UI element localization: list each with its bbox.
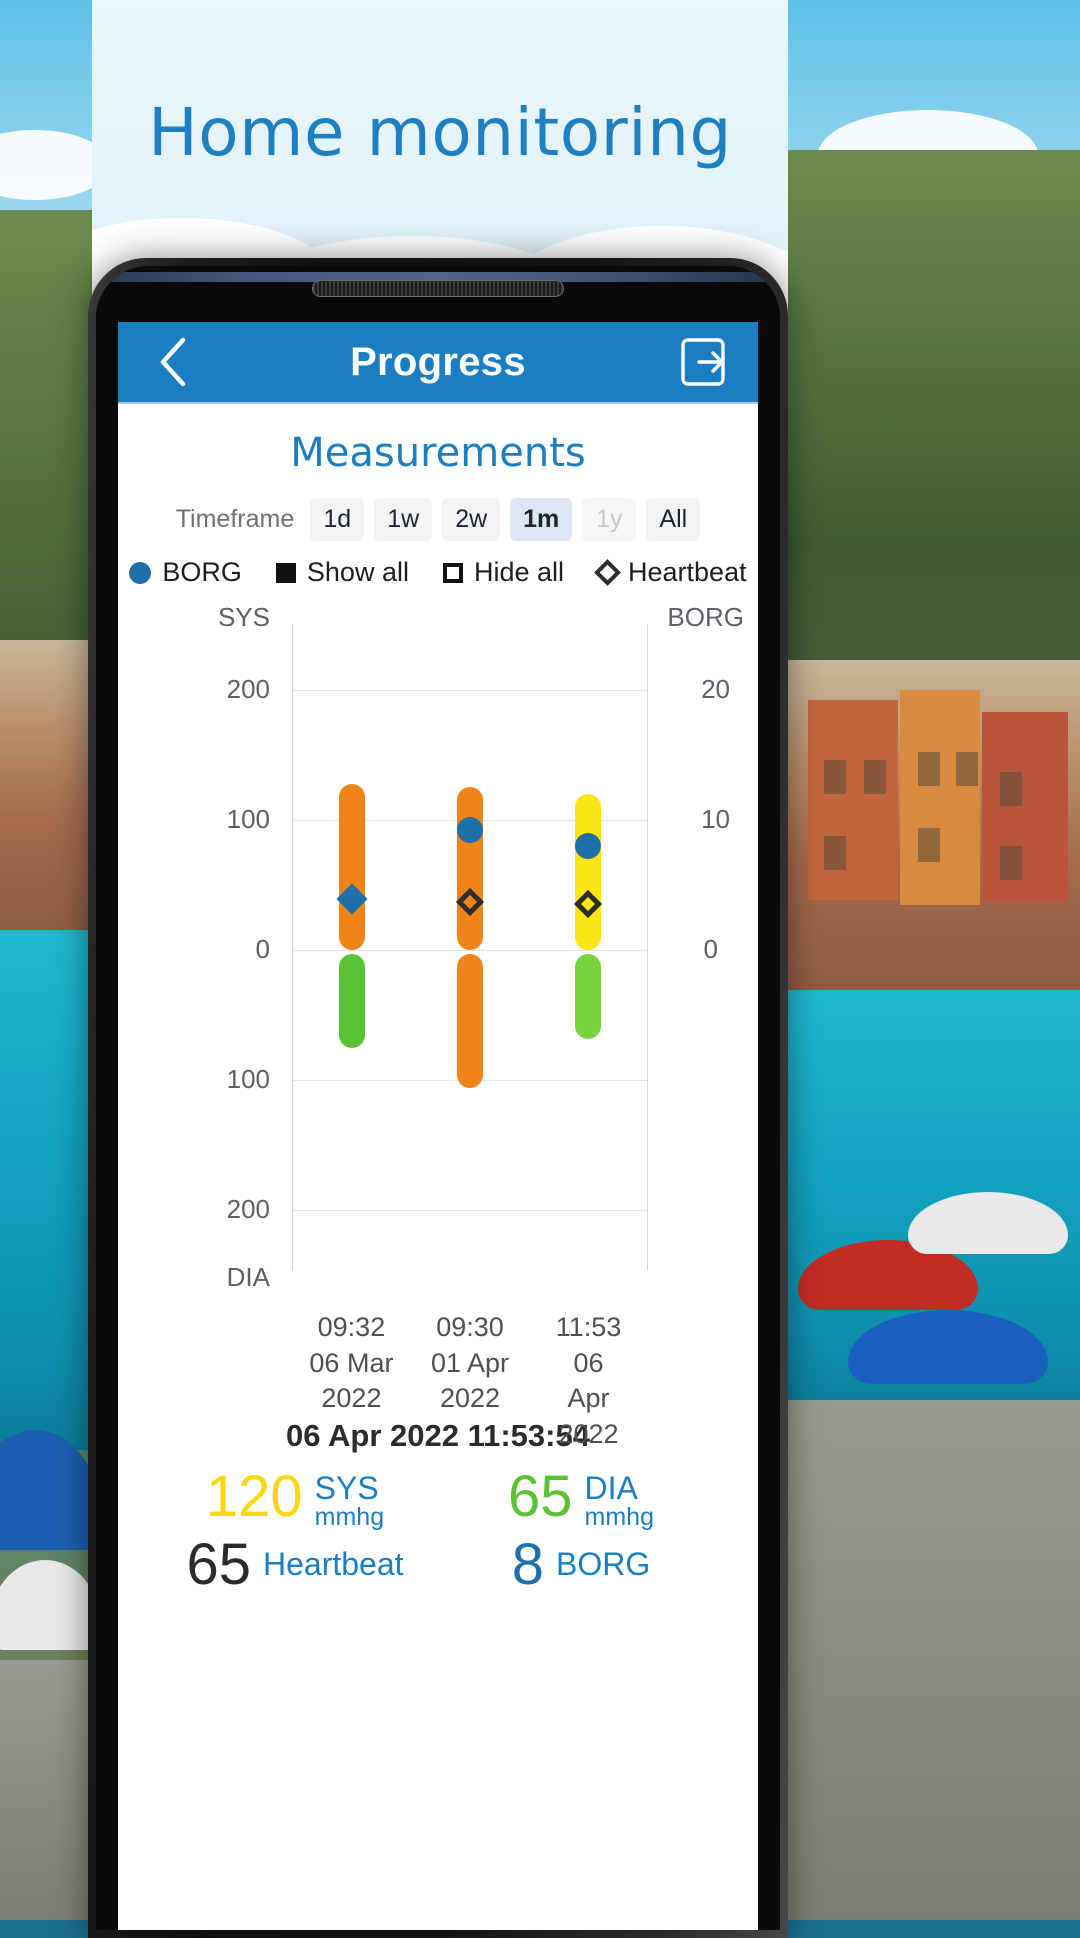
timeframe-option-1y[interactable]: 1y — [582, 498, 637, 541]
x-tick-label: 09:30 01 Apr 2022 — [431, 1310, 509, 1417]
reading-dia-unit: mmhg — [584, 1502, 654, 1531]
reading-values-grid: 120 SYS mmhg 65 DIA mmhg 65 Heartbeat 8 … — [118, 1454, 758, 1594]
x-tick-time: 09:30 — [436, 1312, 504, 1342]
x-tick-date: 01 Apr — [430, 1347, 510, 1378]
legend-item-heartbeat[interactable]: Heartbeat — [594, 557, 747, 588]
reading-dia-label: DIA — [584, 1470, 638, 1506]
axis-tick-left-200-top: 200 — [226, 674, 270, 704]
x-tick-date: 06 Apr — [567, 1347, 610, 1414]
filled-circle-icon — [129, 561, 152, 584]
timeframe-option-all[interactable]: All — [646, 498, 701, 541]
x-tick-year: 2022 — [558, 1418, 619, 1449]
x-tick-label: 11:53 06 Apr 2022 — [556, 1310, 622, 1453]
logout-icon[interactable] — [674, 333, 732, 391]
x-tick-date: 06 Mar — [309, 1347, 394, 1378]
timeframe-option-1d[interactable]: 1d — [310, 498, 365, 541]
legend-item-borg[interactable]: BORG — [129, 557, 242, 588]
axis-tick-left-200-bottom: 200 — [226, 1194, 270, 1224]
x-tick-time: 11:53 — [555, 1312, 622, 1342]
axis-tick-left-100-bottom: 100 — [226, 1064, 270, 1094]
section-title: Measurements — [290, 430, 586, 476]
legend-label-heartbeat: Heartbeat — [628, 557, 747, 587]
reading-borg-value: 8 — [511, 1532, 545, 1598]
reading-sys-value: 120 — [205, 1464, 303, 1529]
reading-timestamp: 06 Apr 2022 11:53:54 — [286, 1418, 590, 1453]
app-header: Progress — [118, 322, 758, 404]
borg-marker — [457, 817, 483, 843]
axis-label-borg: BORG — [667, 602, 744, 632]
reading-sys-unit: mmhg — [314, 1502, 385, 1531]
reading-heartbeat-value: 65 — [186, 1532, 251, 1598]
legend-item-show-all[interactable]: Show all — [275, 557, 409, 588]
gridline-200-bottom — [293, 1210, 647, 1211]
gridline-0 — [293, 950, 647, 951]
measurements-chart[interactable]: SYS 200 100 0 100 200 DIA BORG 20 10 0 0… — [118, 602, 758, 1449]
dia-bar — [574, 954, 601, 1039]
axis-label-dia: DIA — [226, 1262, 270, 1292]
legend-label-borg: BORG — [162, 557, 242, 587]
legend-item-hide-all[interactable]: Hide all — [442, 557, 565, 588]
app-header-title: Progress — [350, 339, 526, 384]
phone-earpiece-speaker — [312, 280, 564, 297]
chart-plot-area — [292, 624, 648, 1270]
legend-label-hide-all: Hide all — [473, 557, 565, 587]
legend-label-show-all: Show all — [306, 557, 409, 587]
axis-tick-right-20: 20 — [701, 674, 730, 704]
x-tick-label: 09:32 06 Mar 2022 — [309, 1310, 393, 1417]
axis-label-sys: SYS — [217, 602, 270, 632]
axis-tick-right-0: 0 — [703, 934, 718, 964]
reading-borg: 8 BORG — [438, 1536, 724, 1594]
reading-dia: 65 DIA mmhg — [438, 1468, 724, 1530]
borg-marker — [574, 833, 601, 859]
reading-heartbeat: 65 Heartbeat — [152, 1536, 438, 1594]
outline-diamond-icon — [594, 559, 621, 586]
background-photo-left-strip — [0, 0, 92, 1920]
background-photo-right-strip — [788, 0, 1080, 1920]
sys-bar — [457, 787, 483, 950]
timeframe-option-1m[interactable]: 1m — [510, 498, 573, 541]
timeframe-option-1w[interactable]: 1w — [374, 498, 433, 541]
reading-borg-label: BORG — [556, 1546, 651, 1583]
sys-bar — [339, 784, 366, 950]
phone-screen: Progress Measurements Timeframe 1d 1w 2w… — [118, 322, 758, 1930]
gridline-200-top — [293, 690, 647, 691]
axis-tick-right-10: 10 — [701, 804, 730, 834]
timeframe-selector: Timeframe 1d 1w 2w 1m 1y All — [118, 494, 758, 557]
axis-tick-left-100-top: 100 — [226, 804, 270, 834]
reading-heartbeat-label: Heartbeat — [262, 1546, 404, 1583]
timeframe-option-2w[interactable]: 2w — [442, 498, 501, 541]
back-button[interactable] — [144, 333, 202, 391]
filled-square-icon — [275, 562, 296, 583]
chart-legend: BORG Show all Hide all Heartbeat — [118, 557, 758, 602]
axis-tick-left-0: 0 — [255, 934, 270, 964]
page-title: Home monitoring — [148, 94, 732, 171]
reading-sys-label: SYS — [314, 1470, 379, 1506]
sys-bar — [574, 794, 601, 950]
reading-dia-value: 65 — [508, 1464, 573, 1529]
dia-bar — [339, 954, 366, 1048]
phone-mockup: Progress Measurements Timeframe 1d 1w 2w… — [88, 258, 788, 1938]
reading-sys-unit-block: SYS mmhg — [315, 1468, 384, 1530]
x-tick-year: 2022 — [321, 1383, 382, 1414]
x-tick-year: 2022 — [439, 1383, 501, 1414]
timeframe-label: Timeframe — [175, 505, 295, 533]
dia-bar — [457, 954, 483, 1088]
x-tick-time: 09:32 — [317, 1312, 386, 1342]
outline-square-icon — [442, 562, 463, 583]
reading-dia-unit-block: DIA mmhg — [585, 1468, 654, 1530]
chart-x-axis-labels: 09:32 06 Mar 2022 09:30 01 Apr 2022 11:5… — [292, 1292, 648, 1449]
reading-sys: 120 SYS mmhg — [152, 1468, 438, 1530]
